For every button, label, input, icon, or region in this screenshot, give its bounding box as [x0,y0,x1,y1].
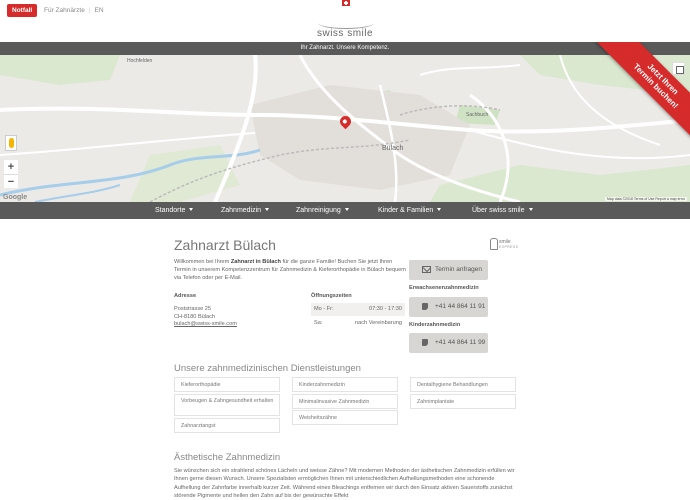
phone-icon [422,339,428,346]
service-link[interactable]: Zahnimplantate [410,394,516,409]
chevron-down-icon [265,208,270,211]
hours-row: Sa: nach Vereinbarung [311,317,405,330]
nav-item-standorte[interactable]: Standorte [155,202,194,219]
zoom-out-button[interactable]: − [4,174,18,188]
service-link[interactable]: Zahnarztangst [174,418,280,433]
nav-label: Standorte [155,207,186,214]
aesthetic-paragraph: Sie wünschen sich ein strahlend schönes … [174,468,515,500]
termin-anfragen-button[interactable]: Termin anfragen [409,260,488,280]
notfall-button[interactable]: Notfall [7,4,38,17]
button-label: +41 44 864 11 99 [435,339,486,346]
service-link[interactable]: Vorbeugen & Zahngesundheit erhalten [174,394,280,416]
intro-pre: Willkommen bei Ihrem [174,259,231,265]
map[interactable]: Hochfelden Bülach Sachbuch + − Google Ma… [0,55,690,202]
divider: | [88,7,91,14]
hours-day: Mo - Fr: [314,306,334,312]
map-label-sachbuch: Sachbuch [466,112,489,118]
main-nav: Standorte Zahnmedizin Zahnreinigung Kind… [0,202,690,219]
envelope-icon [422,266,431,273]
email-link[interactable]: bulach@swiss-smile.com [174,321,237,327]
nav-item-zahnreinigung[interactable]: Zahnreinigung [296,202,349,219]
tagline-bar: Ihr Zahnarzt. Unsere Kompetenz. [0,42,690,55]
phone-icon [422,303,428,310]
map-label-bulach: Bülach [382,145,404,152]
nav-item-ueber-swiss-smile[interactable]: Über swiss smile [472,202,533,219]
intro-bold: Zahnarzt in Bülach [230,259,281,265]
button-label: +41 44 864 11 91 [435,303,486,310]
phone-adult-button[interactable]: +41 44 864 11 91 [409,297,488,317]
swiss-smile-logo[interactable]: swiss smile [310,0,380,42]
service-link[interactable]: Kieferorthopädie [174,377,280,392]
address-line-1: Poststrasse 25 [174,306,211,312]
top-links: Für Zahnärzte | EN [44,4,104,17]
map-label-hochfelden: Hochfelden [127,58,153,64]
kinder-label: Kinderzahnmedizin [409,322,461,328]
hours-day: Sa: [314,320,323,326]
nav-label: Zahnreinigung [296,207,341,214]
ribbon-banner[interactable]: Jetzt Ihren Termin buchen! [595,42,690,142]
button-label: Termin anfragen [435,266,482,273]
service-link[interactable]: Kinderzahnmedizin [292,377,398,392]
swiss-flag-icon [342,0,350,6]
chevron-down-icon [437,208,442,211]
hours-label: Öffnungszeiten [311,293,352,299]
nav-label: Kinder & Familien [378,207,434,214]
hours-row: Mo - Fr: 07:30 - 17:30 [311,303,405,316]
language-link[interactable]: EN [95,7,104,14]
pegman-icon[interactable] [5,135,17,151]
services-title: Unsere zahnmedizinischen Dienstleistunge… [174,363,361,374]
service-link[interactable]: Dentalhygiene Behandlungen [410,377,516,392]
nav-item-kinder-familien[interactable]: Kinder & Familien [378,202,442,219]
phone-kids-button[interactable]: +41 44 864 11 99 [409,333,488,353]
address: Poststrasse 25 CH-8180 Bülach [174,305,215,321]
chevron-down-icon [528,208,533,211]
logo-text: swiss smile [316,28,374,39]
erwachsenen-label: Erwachsenenzahnmedizin [409,285,479,291]
google-logo: Google [3,194,28,201]
link-fuer-zahnaerzte[interactable]: Für Zahnärzte [44,7,85,14]
termin-ribbon[interactable]: Jetzt Ihren Termin buchen! [590,42,690,142]
smile-express-badge: smile EXPRESS [490,238,518,254]
address-line-2: CH-8180 Bülach [174,314,216,320]
chevron-down-icon [344,208,349,211]
zoom-in-button[interactable]: + [4,160,18,174]
service-link[interactable]: Weisheitszähne [292,410,398,425]
intro-text: Willkommen bei Ihrem Zahnarzt in Bülach … [174,258,406,282]
map-footer[interactable]: Map data ©2018 Terms of Use Report a map… [605,197,687,201]
page-title: Zahnarzt Bülach [174,237,276,253]
service-link[interactable]: Minimalinvasive Zahnmedizin [292,394,398,409]
chevron-down-icon [189,208,194,211]
nav-item-zahnmedizin[interactable]: Zahnmedizin [221,202,270,219]
main-content: Zahnarzt Bülach Willkommen bei Ihrem Zah… [0,219,690,500]
top-bar: Notfall Für Zahnärzte | EN swiss smile [0,0,690,42]
nav-label: Über swiss smile [472,207,525,214]
aesthetic-title: Ästhetische Zahnmedizin [174,452,281,463]
hours-time: nach Vereinbarung [355,320,402,326]
address-label: Adresse [174,293,197,299]
badge-subtext: EXPRESS [499,245,519,249]
tooth-icon [490,238,498,250]
nav-label: Zahnmedizin [221,207,262,214]
hours-time: 07:30 - 17:30 [369,306,402,312]
